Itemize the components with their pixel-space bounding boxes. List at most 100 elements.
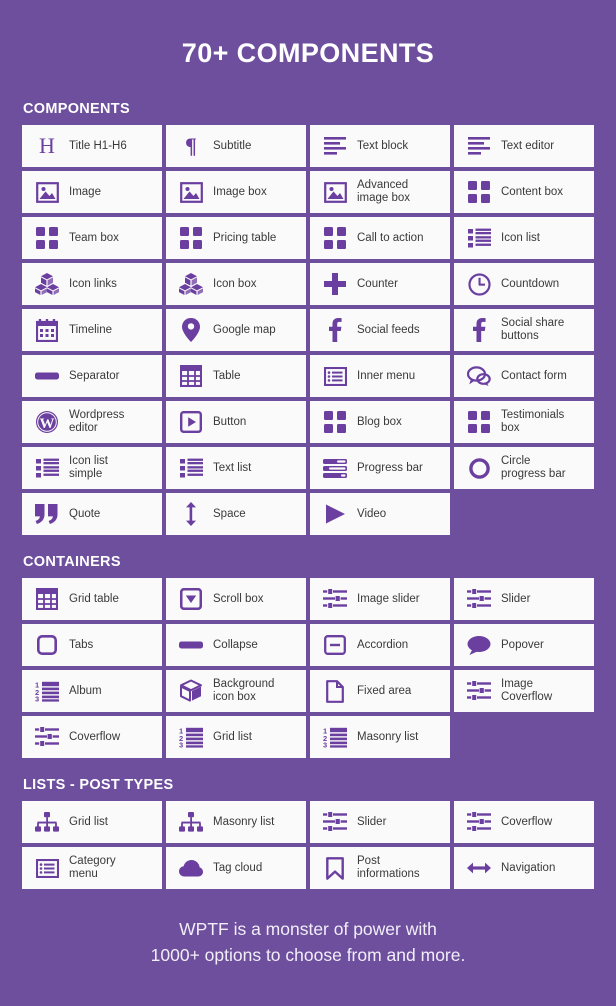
component-card-label: Circle progress bar	[501, 455, 566, 480]
component-card-label: Space	[213, 507, 246, 520]
component-card-label: Subtitle	[213, 139, 252, 152]
four-squares-icon	[464, 407, 494, 437]
component-card[interactable]: Tag cloud	[166, 847, 306, 889]
component-card[interactable]: Google map	[166, 309, 306, 351]
left-right-arrow-icon	[464, 853, 494, 883]
component-card[interactable]: Background icon box	[166, 670, 306, 712]
component-card-label: Pricing table	[213, 231, 277, 244]
component-card-label: Image Coverflow	[501, 678, 553, 703]
component-card[interactable]: Fixed area	[310, 670, 450, 712]
component-card[interactable]: 1 2 3 Album	[22, 670, 162, 712]
text-lines-icon	[464, 131, 494, 161]
component-card[interactable]: Slider	[454, 578, 594, 620]
component-card[interactable]: Image box	[166, 171, 306, 213]
component-card[interactable]: Call to action	[310, 217, 450, 259]
component-card[interactable]: Button	[166, 401, 306, 443]
component-card[interactable]: Coverflow	[454, 801, 594, 843]
component-card[interactable]: 1 2 3 Grid list	[166, 716, 306, 758]
component-card[interactable]: Blog box	[310, 401, 450, 443]
component-card[interactable]: Masonry list	[166, 801, 306, 843]
component-card-label: Google map	[213, 323, 276, 336]
cubes-icon	[176, 269, 206, 299]
component-card[interactable]: Text block	[310, 125, 450, 167]
component-card[interactable]: Pricing table	[166, 217, 306, 259]
component-card[interactable]: Tabs	[22, 624, 162, 666]
component-card[interactable]: Video	[310, 493, 450, 535]
component-card[interactable]: Collapse	[166, 624, 306, 666]
component-card-label: Contact form	[501, 369, 567, 382]
component-card[interactable]: Space	[166, 493, 306, 535]
component-card[interactable]: 1 2 3 Masonry list	[310, 716, 450, 758]
component-card-label: Collapse	[213, 638, 258, 651]
component-card[interactable]: Advanced image box	[310, 171, 450, 213]
component-card[interactable]: Icon list	[454, 217, 594, 259]
play-square-icon	[176, 407, 206, 437]
component-card-label: Grid table	[69, 592, 119, 605]
component-card[interactable]: ¶ Subtitle	[166, 125, 306, 167]
component-card[interactable]: Grid table	[22, 578, 162, 620]
component-card[interactable]: Slider	[310, 801, 450, 843]
footer-tagline: WPTF is a monster of power with 1000+ op…	[150, 919, 466, 965]
component-card[interactable]: Table	[166, 355, 306, 397]
containers-grid: Grid table Scroll box Image slider Slider Ta…	[22, 578, 594, 758]
component-card[interactable]: Scroll box	[166, 578, 306, 620]
component-card[interactable]: W Wordpress editor	[22, 401, 162, 443]
component-card[interactable]: Inner menu	[310, 355, 450, 397]
component-card[interactable]: H Title H1-H6	[22, 125, 162, 167]
component-card-label: Table	[213, 369, 241, 382]
component-card[interactable]: Counter	[310, 263, 450, 305]
component-card[interactable]: Text list	[166, 447, 306, 489]
bookmark-icon	[320, 853, 350, 883]
component-card-label: Slider	[501, 592, 531, 605]
component-card-label: Grid list	[69, 815, 108, 828]
component-card-label: Coverflow	[501, 815, 553, 828]
circle-ring-icon	[464, 453, 494, 483]
component-card-label: Advanced image box	[357, 179, 411, 204]
component-card[interactable]: Coverflow	[22, 716, 162, 758]
plus-icon	[320, 269, 350, 299]
text-lines-icon	[320, 131, 350, 161]
component-card[interactable]: Contact form	[454, 355, 594, 397]
component-card[interactable]: Image slider	[310, 578, 450, 620]
component-card[interactable]: Navigation	[454, 847, 594, 889]
sliders-icon	[464, 584, 494, 614]
component-card[interactable]: Social share buttons	[454, 309, 594, 351]
component-card[interactable]: Image Coverflow	[454, 670, 594, 712]
component-card[interactable]: Icon list simple	[22, 447, 162, 489]
rounded-square-icon	[32, 630, 62, 660]
component-card[interactable]: Icon links	[22, 263, 162, 305]
component-card-label: Progress bar	[357, 461, 423, 474]
component-card[interactable]: Quote	[22, 493, 162, 535]
component-card[interactable]: Circle progress bar	[454, 447, 594, 489]
component-card-label: Call to action	[357, 231, 424, 244]
play-triangle-icon	[320, 499, 350, 529]
component-card[interactable]: Category menu	[22, 847, 162, 889]
component-card-label: Popover	[501, 638, 544, 651]
component-card[interactable]: Countdown	[454, 263, 594, 305]
component-card-label: Fixed area	[357, 684, 412, 697]
svg-text:H: H	[39, 134, 55, 158]
component-card[interactable]: Post informations	[310, 847, 450, 889]
component-card-label: Icon box	[213, 277, 257, 290]
component-card[interactable]: Separator	[22, 355, 162, 397]
component-card[interactable]: Image	[22, 171, 162, 213]
component-card[interactable]: Testimonials box	[454, 401, 594, 443]
component-card[interactable]: Timeline	[22, 309, 162, 351]
component-card-label: Social feeds	[357, 323, 420, 336]
component-card[interactable]: Social feeds	[310, 309, 450, 351]
component-card[interactable]: Popover	[454, 624, 594, 666]
component-card[interactable]: Progress bar	[310, 447, 450, 489]
facebook-icon	[464, 315, 494, 345]
component-card[interactable]: Icon box	[166, 263, 306, 305]
component-card[interactable]: Team box	[22, 217, 162, 259]
component-card[interactable]: Grid list	[22, 801, 162, 843]
component-card[interactable]: Text editor	[454, 125, 594, 167]
bullet-list-icon	[176, 453, 206, 483]
component-card[interactable]: Content box	[454, 171, 594, 213]
calendar-icon	[32, 315, 62, 345]
components-overview-page: 70+ COMPONENTS COMPONENTS H Title H1-H6 ¶ S…	[0, 0, 616, 1006]
inner-menu-icon	[32, 853, 62, 883]
component-card-label: Separator	[69, 369, 120, 382]
component-card[interactable]: Accordion	[310, 624, 450, 666]
component-card-label: Image box	[213, 185, 267, 198]
